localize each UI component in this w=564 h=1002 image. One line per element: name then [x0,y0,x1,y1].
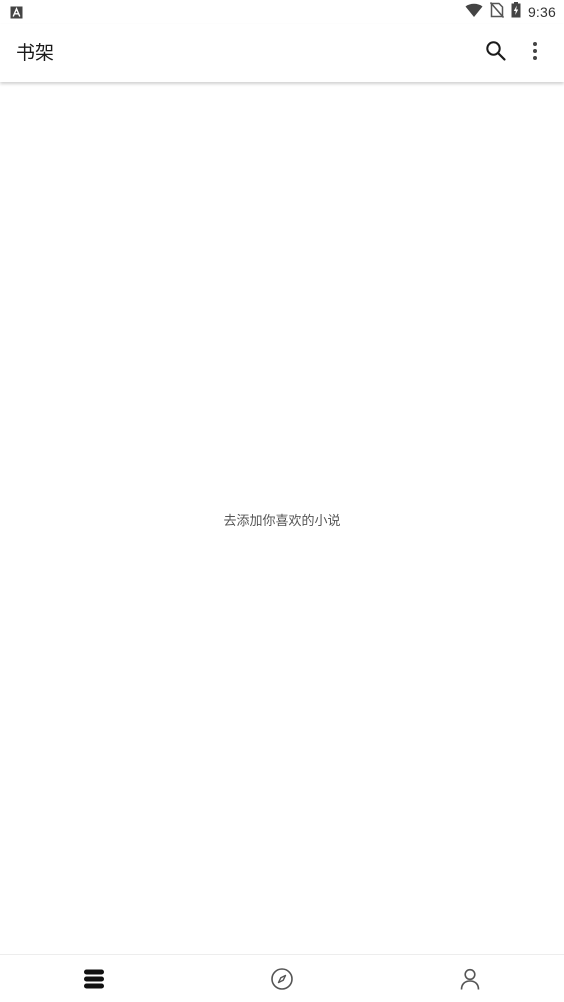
app-bar: 书架 [0,24,564,82]
bookshelf-content: 去添加你喜欢的小说 [0,84,564,954]
a-notification-icon [10,5,24,19]
battery-charging-icon [511,2,521,22]
nav-item-discover[interactable] [188,955,376,1002]
status-time: 9:36 [527,4,556,20]
search-icon [485,40,507,66]
wifi-icon [465,2,483,22]
status-icons: 9:36 [465,2,556,22]
status-bar: 9:36 [0,0,564,24]
more-vert-icon [532,41,538,65]
bookshelf-icon [82,968,106,994]
empty-state-message: 去添加你喜欢的小说 [223,514,341,529]
no-sim-icon [489,2,505,22]
screen: 9:36 书架 去添加你喜欢的小说 [0,0,564,1002]
person-icon [458,967,482,995]
search-button[interactable] [476,33,516,73]
compass-icon [270,967,294,995]
nav-item-profile[interactable] [376,955,564,1002]
page-title: 书架 [16,42,55,64]
more-options-button[interactable] [515,33,555,73]
nav-item-bookshelf[interactable] [0,955,188,1002]
bottom-navigation [0,954,564,1002]
